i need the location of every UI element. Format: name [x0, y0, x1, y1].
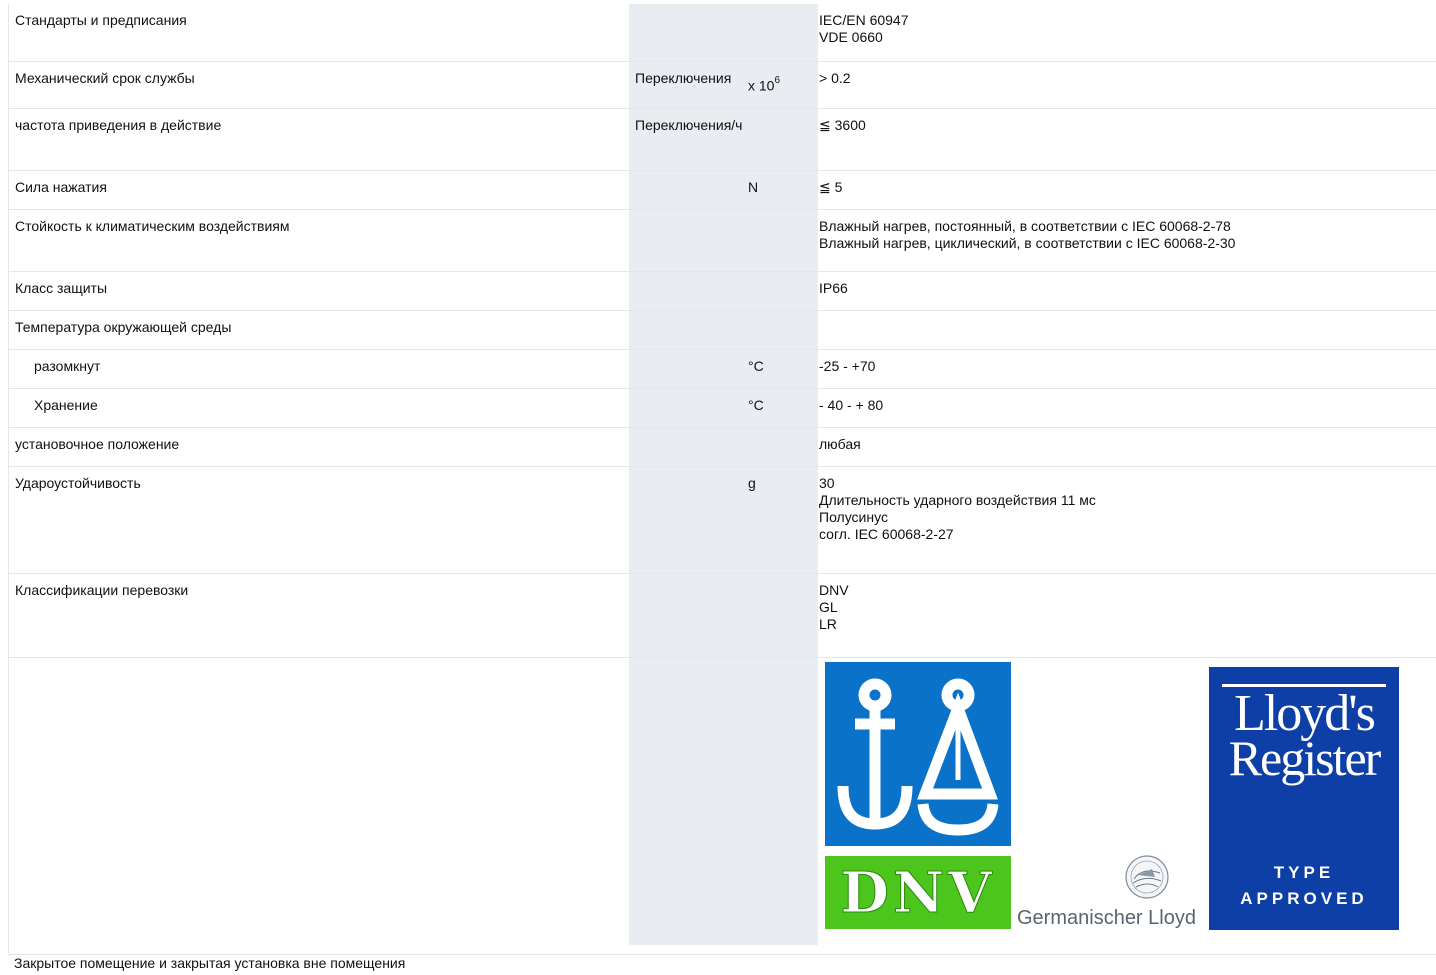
table-row: Механический срок службы Переключения x …: [9, 62, 1436, 109]
row-label: Стойкость к климатическим воздействиям: [15, 218, 290, 234]
row-value: DNV GL LR: [819, 582, 849, 632]
table-row: Стойкость к климатическим воздействиям В…: [9, 210, 1436, 272]
table-row: Стандарты и предписания IEC/EN 60947 VDE …: [9, 4, 1436, 62]
table-row: Класс защиты IP66: [9, 272, 1436, 311]
table-row: Классификации перевозки DNV GL LR: [9, 574, 1436, 658]
row-label: Класс защиты: [15, 280, 108, 296]
table-row: Температура окружающей среды: [9, 311, 1436, 350]
row-value: ≦ 3600: [819, 117, 866, 133]
row-value: > 0.2: [819, 70, 851, 86]
row-label: разомкнут: [34, 358, 101, 374]
row-unit: N: [748, 179, 759, 195]
row-label: Механический срок службы: [15, 70, 195, 86]
row-label: частота приведения в действие: [15, 117, 222, 133]
lr-approved-label: APPROVED: [1240, 889, 1368, 908]
row-unit: g: [748, 475, 756, 491]
row-value: - 40 - + 80: [819, 397, 884, 413]
row-label: Хранение: [34, 397, 98, 413]
row-label: Классификации перевозки: [15, 582, 189, 598]
row-value: ≦ 5: [819, 179, 843, 195]
lr-line-register: Register: [1228, 730, 1382, 786]
dnv-wordmark: DNV: [825, 856, 1011, 929]
row-label: Стандарты и предписания: [15, 12, 187, 28]
germanischer-lloyd-text: Germanischer Lloyd: [1017, 907, 1196, 929]
row-unit: Переключения/ч: [635, 117, 743, 133]
lr-type-label: TYPE: [1273, 863, 1335, 882]
row-value: 30 Длительность ударного воздействия 11 м…: [819, 475, 1096, 542]
table-row: Сила нажатия N ≦ 5: [9, 171, 1436, 210]
table-row: Хранение °C - 40 - + 80: [9, 389, 1436, 428]
row-unit: Переключения: [635, 70, 732, 86]
anchor-scale-icon: [837, 678, 999, 836]
row-label: Удароустойчивость: [15, 475, 141, 491]
table-row: установочное положение любая: [9, 428, 1436, 467]
footer-note: Закрытое помещение и закрытая установка …: [14, 955, 406, 971]
row-value: IP66: [819, 280, 848, 296]
row-value: любая: [819, 436, 861, 452]
lloyds-register-logo: Lloyd's Register TYPE APPROVED: [1209, 667, 1399, 930]
germanischer-lloyd-logo: Germanischer Lloyd: [1017, 855, 1212, 933]
dnv-anchor-logo: [825, 662, 1011, 846]
row-unit: °C: [748, 397, 764, 413]
dnv-wordmark-text: DNV: [840, 859, 996, 926]
row-label: Сила нажатия: [15, 179, 107, 195]
row-unit-multiplier: x 106: [748, 75, 781, 94]
row-unit: °C: [748, 358, 764, 374]
globe-seal-icon: [1125, 855, 1169, 899]
row-label: установочное положение: [15, 436, 180, 452]
row-label: Температура окружающей среды: [15, 319, 232, 335]
table-row: Удароустойчивость g 30 Длительность ударн…: [9, 467, 1436, 574]
table-row: разомкнут °C -25 - +70: [9, 350, 1436, 389]
row-value: -25 - +70: [819, 358, 876, 374]
row-value: IEC/EN 60947 VDE 0660: [819, 12, 909, 45]
table-row: частота приведения в действие Переключен…: [9, 109, 1436, 171]
row-value: Влажный нагрев, постоянный, в соответств…: [819, 218, 1236, 251]
